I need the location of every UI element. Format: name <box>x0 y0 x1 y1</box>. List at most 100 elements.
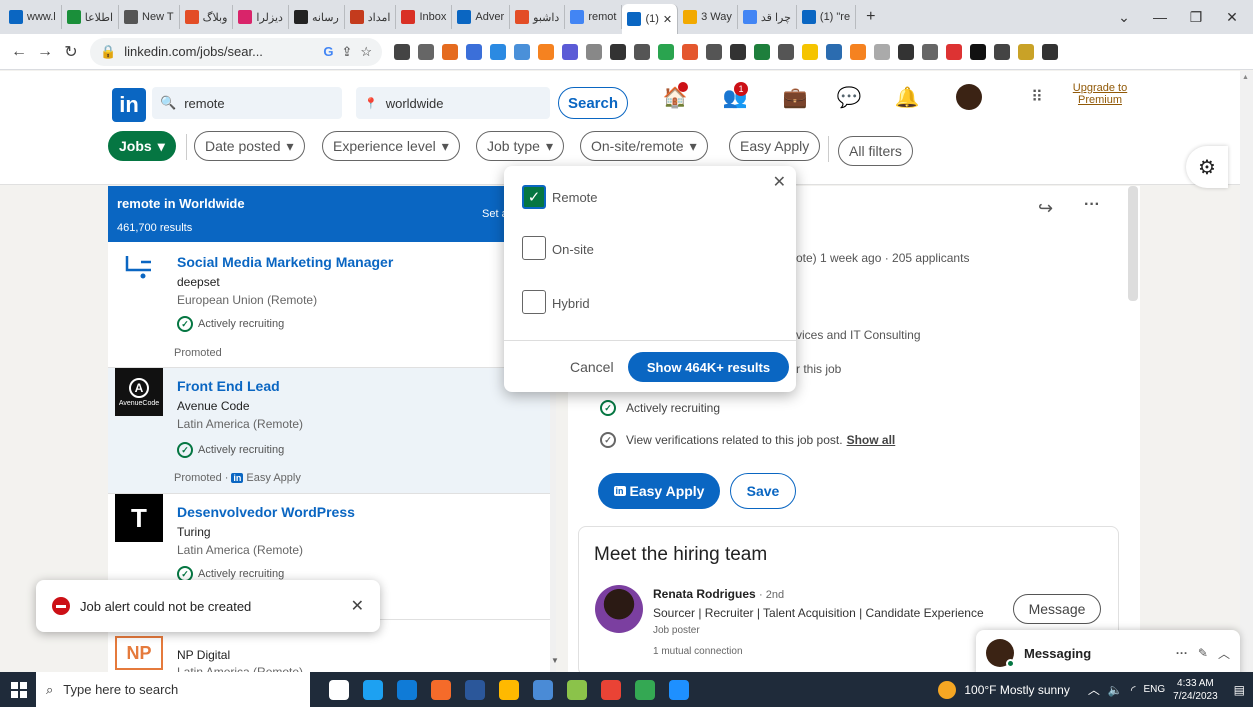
extension-icon[interactable] <box>682 43 698 60</box>
taskbar-app-icon[interactable] <box>596 676 626 704</box>
browser-tab[interactable]: Inbox <box>396 5 453 29</box>
browser-tab[interactable]: (1) "re <box>797 5 857 29</box>
extension-icon[interactable] <box>562 43 578 60</box>
extension-icon[interactable] <box>946 43 962 60</box>
back-icon[interactable]: ← <box>6 39 32 65</box>
taskbar-app-icon[interactable] <box>358 676 388 704</box>
hybrid-label[interactable]: Hybrid <box>552 296 590 311</box>
windows-start-icon[interactable] <box>4 676 34 704</box>
notification-center-icon[interactable]: ▤ <box>1234 683 1245 697</box>
url-omnibox[interactable]: 🔒 linkedin.com/jobs/sear... G ⇪ ☆ <box>90 37 382 66</box>
all-filters-button[interactable]: All filters <box>838 136 913 166</box>
browser-tab[interactable]: 3 Way <box>678 5 738 29</box>
extension-icon[interactable] <box>802 43 818 60</box>
reload-icon[interactable]: ↻ <box>58 39 84 65</box>
message-button[interactable]: Message <box>1013 594 1101 624</box>
google-lens-icon[interactable]: G <box>323 44 333 59</box>
work-grid-icon[interactable]: ⠿ <box>1022 82 1052 112</box>
onsite-checkbox[interactable] <box>522 236 546 260</box>
job-title[interactable]: Desenvolvedor WordPress <box>177 504 355 520</box>
browser-tab[interactable]: چرا قد <box>738 5 797 29</box>
taskbar-app-icon[interactable] <box>562 676 592 704</box>
browser-tab[interactable]: رسانه <box>289 5 345 29</box>
weather-text[interactable]: 100°F Mostly sunny <box>964 683 1070 697</box>
page-scroll-up-icon[interactable]: ▲ <box>1242 74 1249 81</box>
taskbar-app-icon[interactable] <box>664 676 694 704</box>
my-network-icon[interactable]: 👥 1 <box>720 82 750 112</box>
bookmark-star-icon[interactable]: ☆ <box>360 44 372 60</box>
chatgpt-sidebar-icon[interactable]: ⚙ <box>1186 146 1228 188</box>
extension-icon[interactable] <box>658 43 674 60</box>
linkedin-logo[interactable]: in <box>112 88 146 122</box>
jobs-filter-pill[interactable]: Jobs ▾ <box>108 131 176 161</box>
show-results-button[interactable]: Show 464K+ results <box>628 352 789 382</box>
language-indicator[interactable]: ENG <box>1143 684 1165 695</box>
tab-search-chevron-icon[interactable]: ⌄ <box>1106 0 1142 34</box>
date-posted-pill[interactable]: Date posted ▾ <box>194 131 305 161</box>
jobs-briefcase-icon[interactable]: 💼 <box>780 82 810 112</box>
scroll-down-arrow-icon[interactable]: ▼ <box>551 656 559 665</box>
browser-tab[interactable]: (1) ✕ <box>622 4 679 34</box>
taskbar-app-icon[interactable] <box>324 676 354 704</box>
extension-icon[interactable] <box>442 43 458 60</box>
taskbar-app-icon[interactable] <box>460 676 490 704</box>
extension-icon[interactable] <box>874 43 890 60</box>
close-tab-icon[interactable]: ✕ <box>663 13 672 26</box>
extension-icon[interactable] <box>418 43 434 60</box>
extension-icon[interactable] <box>490 43 506 60</box>
extension-icon[interactable] <box>538 43 554 60</box>
clock[interactable]: 4:33 AM 7/24/2023 <box>1173 677 1218 703</box>
browser-tab[interactable]: داشبو <box>510 5 566 29</box>
save-job-button[interactable]: Save <box>730 473 796 509</box>
minimize-button[interactable]: — <box>1142 0 1178 34</box>
browser-tab[interactable]: امداد <box>345 5 397 29</box>
messaging-panel-bar[interactable]: Messaging ··· ✎ ︿ <box>976 630 1240 676</box>
extension-icon[interactable] <box>394 43 410 60</box>
notifications-bell-icon[interactable]: 🔔 <box>892 82 922 112</box>
job-title[interactable]: Front End Lead <box>177 378 280 394</box>
extension-icon[interactable] <box>994 43 1010 60</box>
forward-icon[interactable]: → <box>32 39 58 65</box>
more-options-icon[interactable]: ··· <box>1084 196 1100 214</box>
close-toast-icon[interactable]: ✕ <box>351 596 364 616</box>
easy-apply-pill[interactable]: Easy Apply <box>729 131 821 161</box>
browser-tab[interactable]: www.l <box>4 5 62 29</box>
browser-tab[interactable]: دیزلرا <box>233 5 289 29</box>
extension-icon[interactable] <box>1042 43 1058 60</box>
taskbar-app-icon[interactable] <box>392 676 422 704</box>
extension-icon[interactable] <box>850 43 866 60</box>
share-icon[interactable]: ⇪ <box>341 44 352 60</box>
messaging-icon[interactable]: 💬 <box>834 82 864 112</box>
remote-checkbox[interactable]: ✓ <box>522 185 546 209</box>
browser-tab[interactable]: remot <box>565 5 623 29</box>
experience-level-pill[interactable]: Experience level ▾ <box>322 131 460 161</box>
remote-label[interactable]: Remote <box>552 190 598 205</box>
taskbar-app-icon[interactable] <box>494 676 524 704</box>
extension-icon[interactable] <box>898 43 914 60</box>
cancel-button[interactable]: Cancel <box>570 359 614 375</box>
browser-tab[interactable]: Adver <box>452 5 511 29</box>
extension-icon[interactable] <box>514 43 530 60</box>
new-tab-button[interactable]: + <box>856 8 885 26</box>
extension-icon[interactable] <box>586 43 602 60</box>
close-window-button[interactable]: ✕ <box>1214 0 1250 34</box>
show-all-link[interactable]: Show all <box>847 433 896 447</box>
job-type-pill[interactable]: Job type ▾ <box>476 131 564 161</box>
upgrade-premium-link[interactable]: Upgrade to Premium <box>1072 82 1128 106</box>
page-scrollbar[interactable] <box>1240 71 1253 672</box>
recruiter-name[interactable]: Renata Rodrigues <box>653 587 756 601</box>
taskbar-search-box[interactable]: ⌕ Type here to search <box>36 672 310 707</box>
onsite-label[interactable]: On-site <box>552 242 594 257</box>
extension-icon[interactable] <box>730 43 746 60</box>
extension-icon[interactable] <box>634 43 650 60</box>
extension-icon[interactable] <box>706 43 722 60</box>
extension-icon[interactable] <box>610 43 626 60</box>
profile-avatar[interactable] <box>956 84 982 110</box>
browser-tab[interactable]: اطلاعا <box>62 5 120 29</box>
extension-icon[interactable] <box>466 43 482 60</box>
browser-tab[interactable]: وبلاگ <box>180 5 234 29</box>
extension-icon[interactable] <box>1018 43 1034 60</box>
extension-icon[interactable] <box>754 43 770 60</box>
search-button[interactable]: Search <box>558 87 628 119</box>
taskbar-app-icon[interactable] <box>426 676 456 704</box>
